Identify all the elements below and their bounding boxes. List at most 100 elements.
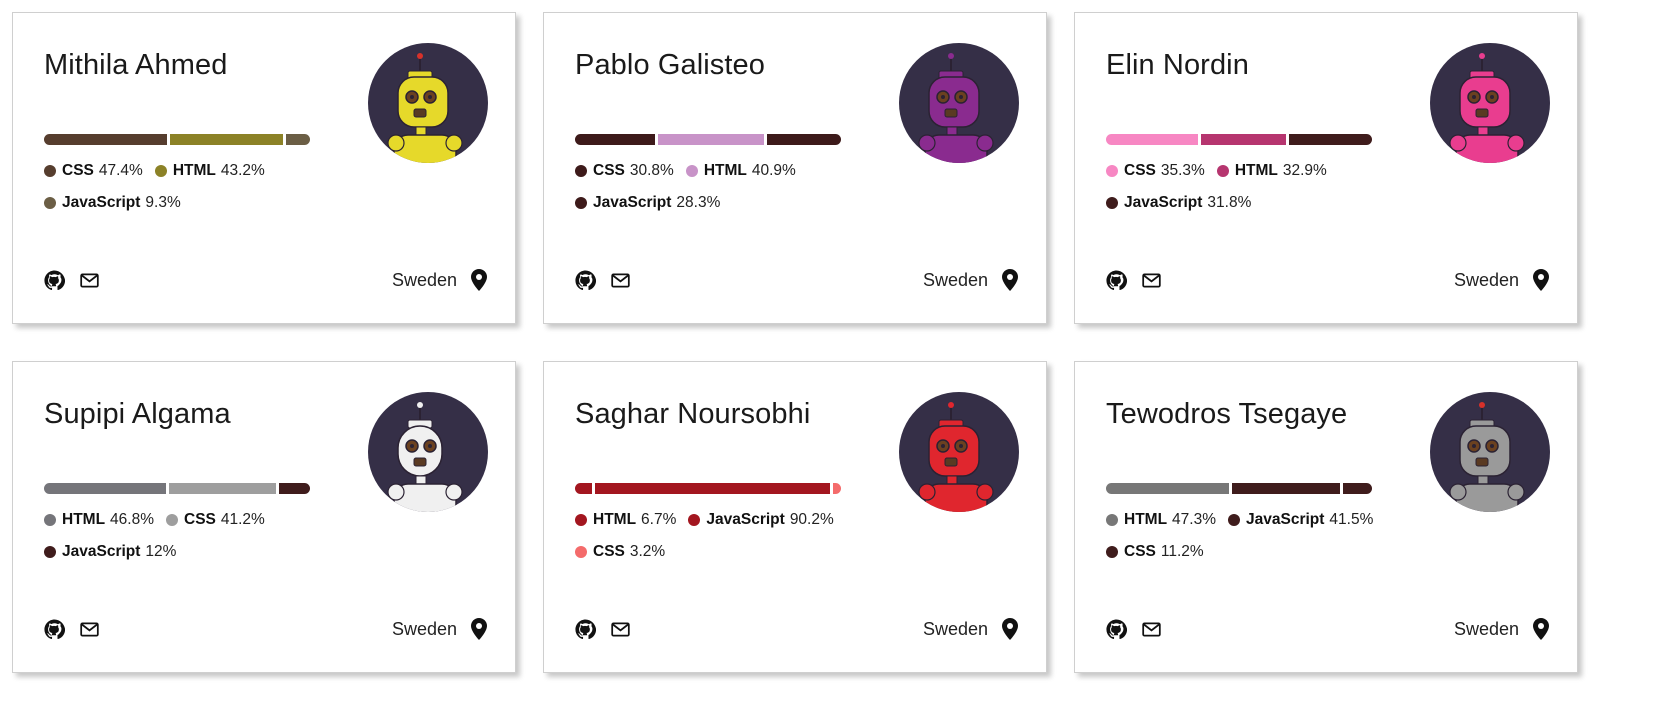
legend-item: CSS 30.8% bbox=[575, 161, 674, 181]
legend-percent: 43.2% bbox=[220, 162, 265, 179]
legend-dot bbox=[44, 165, 56, 177]
mail-icon[interactable] bbox=[610, 270, 631, 291]
legend-dot bbox=[1106, 514, 1118, 526]
language-bar-segment bbox=[170, 134, 283, 145]
contact-icons bbox=[1106, 270, 1162, 291]
language-bar-segment bbox=[1106, 134, 1198, 145]
contact-icons bbox=[44, 270, 100, 291]
legend-item: CSS 41.2% bbox=[166, 510, 265, 530]
legend-item: CSS 35.3% bbox=[1106, 161, 1205, 181]
mail-icon[interactable] bbox=[79, 619, 100, 640]
github-icon[interactable] bbox=[575, 270, 597, 291]
legend-percent: 47.4% bbox=[98, 162, 143, 179]
contact-icons bbox=[575, 270, 631, 291]
language-bar-segment bbox=[1289, 134, 1372, 145]
language-bar-segment bbox=[278, 483, 310, 494]
language-bar-segment bbox=[658, 134, 765, 145]
legend-percent: 41.5% bbox=[1329, 511, 1374, 528]
legend-dot bbox=[685, 165, 698, 177]
mail-icon[interactable] bbox=[610, 619, 631, 640]
legend-percent: 46.8% bbox=[110, 511, 154, 528]
language-bar bbox=[575, 483, 841, 494]
location: Sweden bbox=[1454, 269, 1549, 291]
legend-dot bbox=[1106, 546, 1118, 558]
location-pin-icon bbox=[471, 618, 487, 640]
legend-item: JavaScript 41.5% bbox=[1228, 510, 1373, 530]
legend-item: HTML 32.9% bbox=[1216, 161, 1327, 181]
language-bar-segment bbox=[1342, 483, 1372, 494]
profile-card: Supipi Algama HTML 46.8% CSS 41.2% JavaScrip… bbox=[12, 361, 516, 673]
legend-dot bbox=[44, 514, 56, 526]
language-legend: HTML 46.8% CSS 41.2% JavaScript 12% bbox=[44, 510, 364, 562]
github-icon[interactable] bbox=[575, 619, 597, 640]
mail-icon[interactable] bbox=[1141, 270, 1162, 291]
avatar bbox=[368, 43, 488, 163]
legend-dot bbox=[1106, 197, 1118, 209]
legend-percent: 30.8% bbox=[629, 162, 674, 179]
legend-item: HTML 6.7% bbox=[575, 510, 676, 530]
legend-item: JavaScript 12% bbox=[44, 542, 364, 562]
legend-language: JavaScript bbox=[593, 194, 672, 211]
github-icon[interactable] bbox=[1106, 270, 1128, 291]
legend-percent: 9.3% bbox=[145, 194, 181, 211]
legend-dot bbox=[44, 197, 56, 209]
legend-item: JavaScript 28.3% bbox=[575, 193, 895, 213]
legend-dot bbox=[166, 514, 178, 526]
language-bar-segment bbox=[1231, 483, 1340, 494]
legend-dot bbox=[44, 546, 56, 558]
legend-language: HTML bbox=[62, 511, 106, 528]
language-bar-segment bbox=[767, 134, 841, 145]
language-bar-segment bbox=[44, 483, 166, 494]
legend-dot bbox=[154, 165, 167, 177]
country-label: Sweden bbox=[391, 618, 457, 639]
country-label: Sweden bbox=[922, 618, 988, 639]
legend-item: JavaScript 9.3% bbox=[44, 193, 364, 213]
legend-language: CSS bbox=[1124, 162, 1156, 179]
legend-dot bbox=[1216, 165, 1229, 177]
language-bar-segment bbox=[168, 483, 276, 494]
location-pin-icon bbox=[471, 269, 487, 291]
language-legend: HTML 47.3% JavaScript 41.5% CSS 11.2% bbox=[1106, 510, 1426, 562]
mail-icon[interactable] bbox=[1141, 619, 1162, 640]
legend-dot bbox=[688, 514, 701, 526]
github-icon[interactable] bbox=[1106, 619, 1128, 640]
language-bar-segment bbox=[575, 134, 656, 145]
legend-item: HTML 46.8% bbox=[44, 510, 154, 530]
legend-item: CSS 11.2% bbox=[1106, 542, 1426, 562]
legend-percent: 90.2% bbox=[789, 511, 834, 528]
github-icon[interactable] bbox=[44, 619, 66, 640]
legend-language: HTML bbox=[1124, 511, 1168, 528]
legend-language: JavaScript bbox=[706, 511, 785, 528]
avatar bbox=[899, 392, 1019, 512]
profile-card: Elin Nordin CSS 35.3% HTML 32.9% JavaScript 3… bbox=[1074, 12, 1578, 324]
legend-percent: 31.8% bbox=[1207, 194, 1252, 211]
legend-language: CSS bbox=[1124, 543, 1156, 560]
profile-card: Mithila Ahmed CSS 47.4% HTML 43.2% JavaScrip… bbox=[12, 12, 516, 324]
legend-percent: 32.9% bbox=[1282, 162, 1327, 179]
avatar bbox=[899, 43, 1019, 163]
legend-percent: 6.7% bbox=[641, 511, 677, 528]
profile-name: Supipi Algama bbox=[44, 398, 231, 430]
legend-language: JavaScript bbox=[62, 543, 141, 560]
legend-language: HTML bbox=[172, 162, 216, 179]
location-pin-icon bbox=[1002, 269, 1018, 291]
language-bar bbox=[44, 134, 310, 145]
legend-language: HTML bbox=[1234, 162, 1278, 179]
language-legend: HTML 6.7% JavaScript 90.2% CSS 3.2% bbox=[575, 510, 895, 562]
legend-item: HTML 40.9% bbox=[685, 161, 796, 181]
language-bar-segment bbox=[1200, 134, 1287, 145]
country-label: Sweden bbox=[1453, 269, 1519, 290]
profile-name: Saghar Noursobhi bbox=[575, 398, 811, 430]
language-bar bbox=[575, 134, 841, 145]
mail-icon[interactable] bbox=[79, 270, 100, 291]
legend-percent: 28.3% bbox=[676, 194, 721, 211]
legend-percent: 3.2% bbox=[629, 543, 666, 560]
github-icon[interactable] bbox=[44, 270, 66, 291]
location: Sweden bbox=[923, 618, 1018, 640]
language-bar-segment bbox=[1106, 483, 1229, 494]
legend-percent: 41.2% bbox=[220, 511, 265, 528]
language-bar bbox=[44, 483, 310, 494]
legend-language: HTML bbox=[703, 162, 747, 179]
legend-language: CSS bbox=[184, 511, 216, 528]
legend-item: CSS 47.4% bbox=[44, 161, 143, 181]
